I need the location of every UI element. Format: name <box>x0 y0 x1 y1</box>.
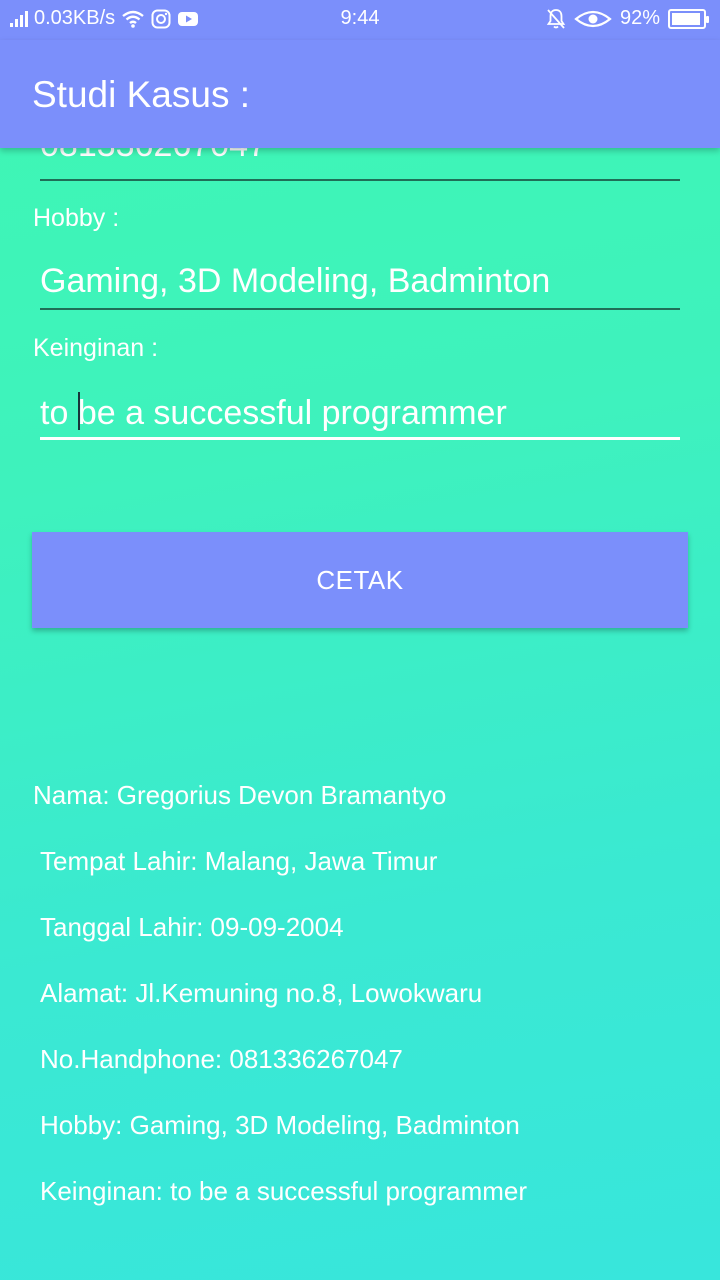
cetak-button[interactable]: CETAK <box>32 532 688 628</box>
hobby-input-underline <box>40 308 680 310</box>
eye-icon <box>574 9 612 29</box>
battery-icon <box>668 8 709 29</box>
hobby-label: Hobby : <box>33 204 120 232</box>
bell-off-icon <box>546 8 566 30</box>
form-content[interactable]: 081336267047 Hobby : Gaming, 3D Modeling… <box>0 0 720 1280</box>
keinginan-text-before-caret: to <box>40 394 78 432</box>
battery-level <box>672 12 700 25</box>
app-bar: Studi Kasus : <box>0 40 720 148</box>
output-tanggal-lahir: Tanggal Lahir: 09-09-2004 <box>40 912 344 942</box>
keinginan-label: Keinginan : <box>33 334 159 362</box>
app-bar-title: Studi Kasus : <box>32 74 251 115</box>
keinginan-input[interactable]: to be a successful programmer <box>40 392 507 433</box>
output-nama: Nama: Gregorius Devon Bramantyo <box>33 780 447 810</box>
output-keinginan: Keinginan: to be a successful programmer <box>40 1176 528 1206</box>
output-tempat-lahir: Tempat Lahir: Malang, Jawa Timur <box>40 846 438 876</box>
hobby-input[interactable]: Gaming, 3D Modeling, Badminton <box>40 262 550 301</box>
output-alamat: Alamat: Jl.Kemuning no.8, Lowokwaru <box>40 978 483 1008</box>
output-no-handphone: No.Handphone: 081336267047 <box>40 1044 403 1074</box>
keinginan-text-after-caret: be a successful programmer <box>77 394 507 432</box>
keinginan-input-underline <box>40 437 680 440</box>
output-hobby: Hobby: Gaming, 3D Modeling, Badminton <box>40 1110 520 1140</box>
status-bar: 0.03KB/s 9:44 92% <box>0 0 720 40</box>
phone-input-underline <box>40 179 680 181</box>
battery-percent: 92% <box>619 7 660 29</box>
